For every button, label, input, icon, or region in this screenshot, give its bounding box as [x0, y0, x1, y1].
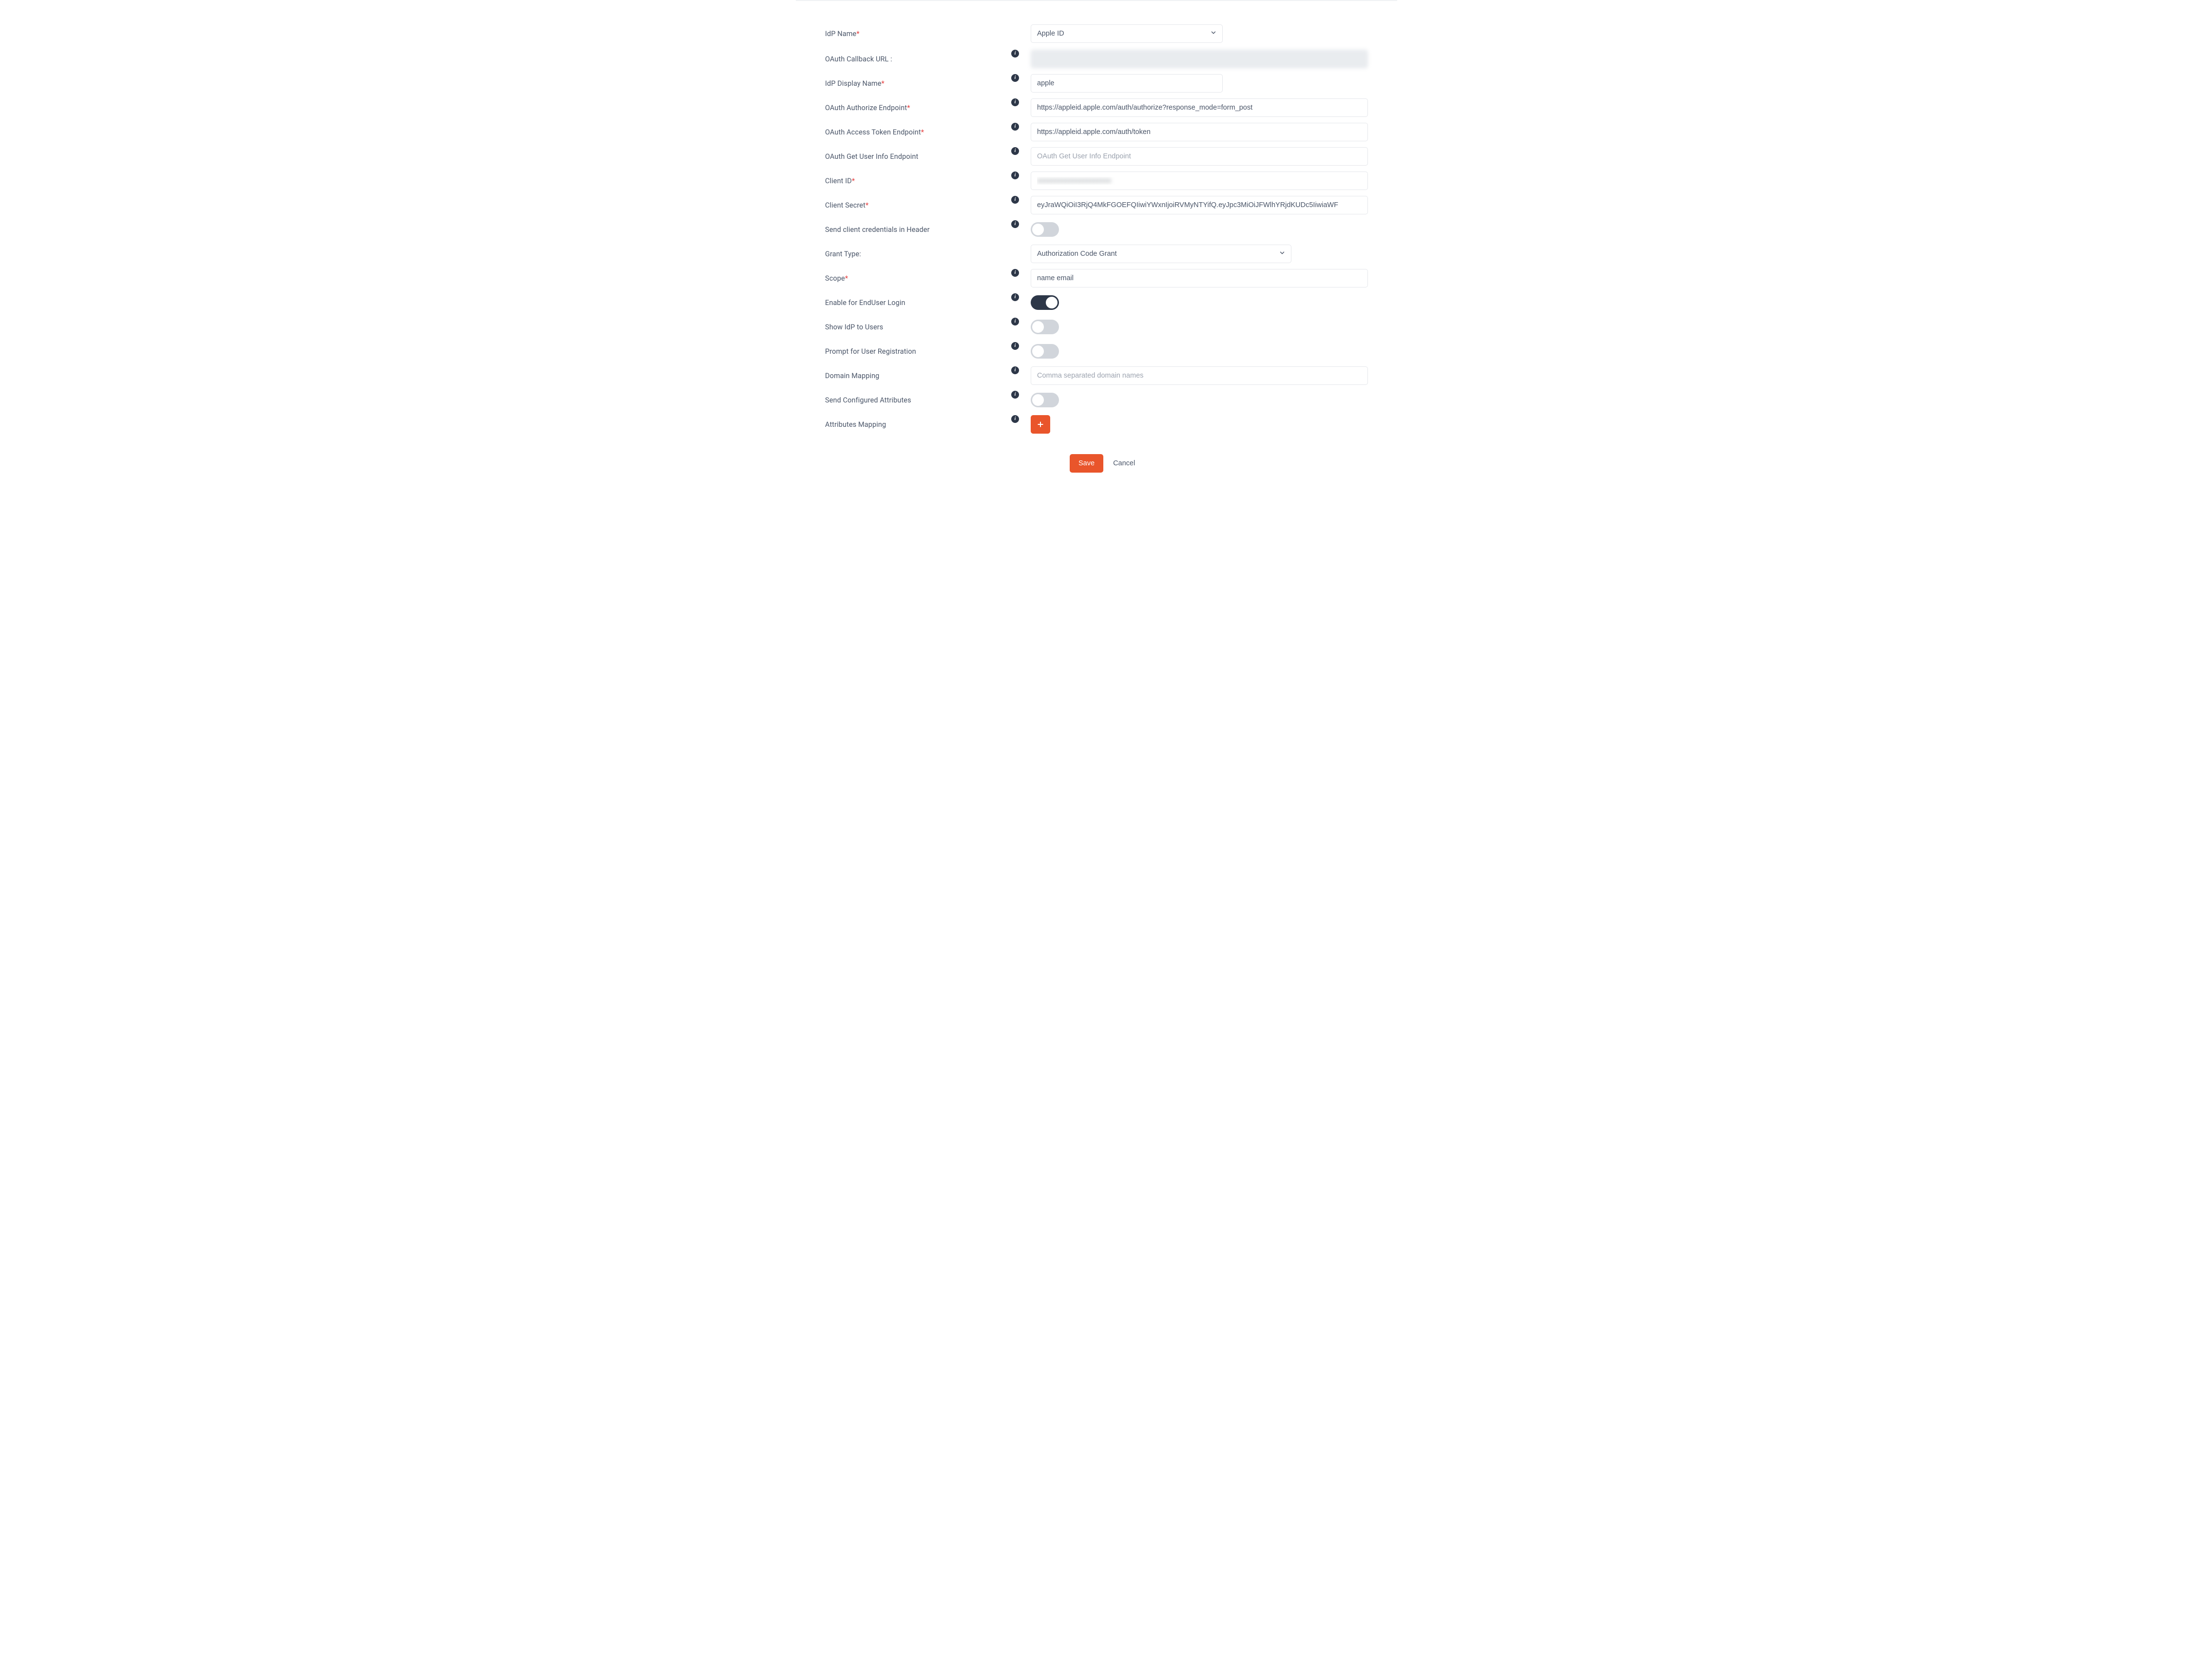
required-marker: *	[882, 79, 885, 88]
label-attrs-mapping: Attributes Mapping	[825, 420, 1005, 429]
scope-input[interactable]	[1031, 269, 1368, 287]
top-divider	[796, 0, 1397, 1]
info-icon[interactable]: i	[1011, 391, 1019, 399]
required-marker: *	[921, 128, 924, 136]
send-attrs-toggle[interactable]	[1031, 393, 1059, 407]
grant-type-select-wrap: Authorization Code Grant	[1031, 245, 1291, 263]
client-id-input[interactable]	[1031, 172, 1368, 190]
info-icon[interactable]: i	[1011, 342, 1019, 350]
enable-enduser-toggle[interactable]	[1031, 295, 1059, 310]
row-client-id: Client ID* i	[825, 169, 1397, 193]
label-authorize-text: OAuth Authorize Endpoint	[825, 104, 907, 112]
form-actions: Save Cancel	[1070, 454, 1397, 473]
label-scope: Scope*	[825, 274, 1005, 283]
show-idp-toggle[interactable]	[1031, 320, 1059, 334]
label-display-name: IdP Display Name*	[825, 79, 1005, 88]
label-prompt-reg: Prompt for User Registration	[825, 347, 1005, 356]
info-icon[interactable]: i	[1011, 318, 1019, 325]
label-display-name-text: IdP Display Name	[825, 79, 882, 88]
client-secret-input[interactable]	[1031, 196, 1368, 214]
label-authorize: OAuth Authorize Endpoint*	[825, 104, 1005, 112]
display-name-input[interactable]	[1031, 74, 1223, 93]
info-icon[interactable]: i	[1011, 172, 1019, 179]
label-client-id: Client ID*	[825, 177, 1005, 185]
label-callback: OAuth Callback URL :	[825, 55, 1005, 63]
prompt-reg-toggle[interactable]	[1031, 344, 1059, 359]
label-client-id-text: Client ID	[825, 177, 852, 185]
label-token-text: OAuth Access Token Endpoint	[825, 128, 921, 136]
info-icon[interactable]: i	[1011, 220, 1019, 228]
label-client-secret-text: Client Secret	[825, 201, 866, 210]
info-icon[interactable]: i	[1011, 74, 1019, 82]
idp-name-select[interactable]: Apple ID	[1031, 24, 1223, 43]
label-domain-mapping: Domain Mapping	[825, 372, 1005, 380]
row-show-idp: Show IdP to Users i	[825, 315, 1397, 339]
idp-config-form: IdP Name* Apple ID OAuth Callback URL : …	[796, 20, 1397, 473]
required-marker: *	[845, 274, 848, 283]
plus-icon	[1037, 420, 1044, 428]
info-icon[interactable]: i	[1011, 293, 1019, 301]
authorize-endpoint-input[interactable]	[1031, 98, 1368, 117]
domain-mapping-input[interactable]	[1031, 366, 1368, 385]
label-send-attrs: Send Configured Attributes	[825, 396, 1005, 404]
row-display-name: IdP Display Name* i	[825, 71, 1397, 95]
row-scope: Scope* i	[825, 266, 1397, 290]
label-show-idp: Show IdP to Users	[825, 323, 1005, 331]
label-token: OAuth Access Token Endpoint*	[825, 128, 1005, 136]
row-client-secret: Client Secret* i	[825, 193, 1397, 217]
row-grant-type: Grant Type: Authorization Code Grant	[825, 242, 1397, 266]
required-marker: *	[866, 201, 868, 210]
label-enable-enduser: Enable for EndUser Login	[825, 299, 1005, 307]
row-creds-header: Send client credentials in Header i	[825, 217, 1397, 242]
required-marker: *	[856, 30, 859, 38]
info-icon[interactable]: i	[1011, 147, 1019, 155]
cancel-button[interactable]: Cancel	[1113, 459, 1135, 467]
required-marker: *	[852, 177, 855, 185]
token-endpoint-input[interactable]	[1031, 123, 1368, 141]
label-creds-header: Send client credentials in Header	[825, 226, 1005, 234]
callback-url-input	[1031, 50, 1368, 68]
row-prompt-reg: Prompt for User Registration i	[825, 339, 1397, 363]
label-idp-name: IdP Name*	[825, 30, 1005, 38]
info-icon[interactable]: i	[1011, 123, 1019, 131]
row-userinfo: OAuth Get User Info Endpoint i	[825, 144, 1397, 169]
idp-name-select-wrap: Apple ID	[1031, 24, 1223, 43]
row-attrs-mapping: Attributes Mapping i	[825, 412, 1397, 437]
row-send-attrs: Send Configured Attributes i	[825, 388, 1397, 412]
required-marker: *	[907, 104, 910, 112]
grant-type-select[interactable]: Authorization Code Grant	[1031, 245, 1291, 263]
info-icon[interactable]: i	[1011, 196, 1019, 204]
label-grant-type: Grant Type:	[825, 250, 1005, 258]
creds-header-toggle[interactable]	[1031, 222, 1059, 237]
row-token: OAuth Access Token Endpoint* i	[825, 120, 1397, 144]
add-attribute-button[interactable]	[1031, 415, 1050, 434]
label-scope-text: Scope	[825, 274, 845, 283]
label-client-secret: Client Secret*	[825, 201, 1005, 210]
userinfo-endpoint-input[interactable]	[1031, 147, 1368, 166]
row-domain-mapping: Domain Mapping i	[825, 363, 1397, 388]
row-idp-name: IdP Name* Apple ID	[825, 20, 1397, 47]
info-icon[interactable]: i	[1011, 269, 1019, 277]
row-callback: OAuth Callback URL : i	[825, 47, 1397, 71]
info-icon[interactable]: i	[1011, 415, 1019, 423]
info-icon[interactable]: i	[1011, 98, 1019, 106]
label-idp-name-text: IdP Name	[825, 30, 856, 38]
row-enable-enduser: Enable for EndUser Login i	[825, 290, 1397, 315]
info-icon[interactable]: i	[1011, 50, 1019, 57]
info-icon[interactable]: i	[1011, 366, 1019, 374]
save-button[interactable]: Save	[1070, 454, 1103, 473]
label-userinfo: OAuth Get User Info Endpoint	[825, 153, 1005, 161]
row-authorize: OAuth Authorize Endpoint* i	[825, 95, 1397, 120]
